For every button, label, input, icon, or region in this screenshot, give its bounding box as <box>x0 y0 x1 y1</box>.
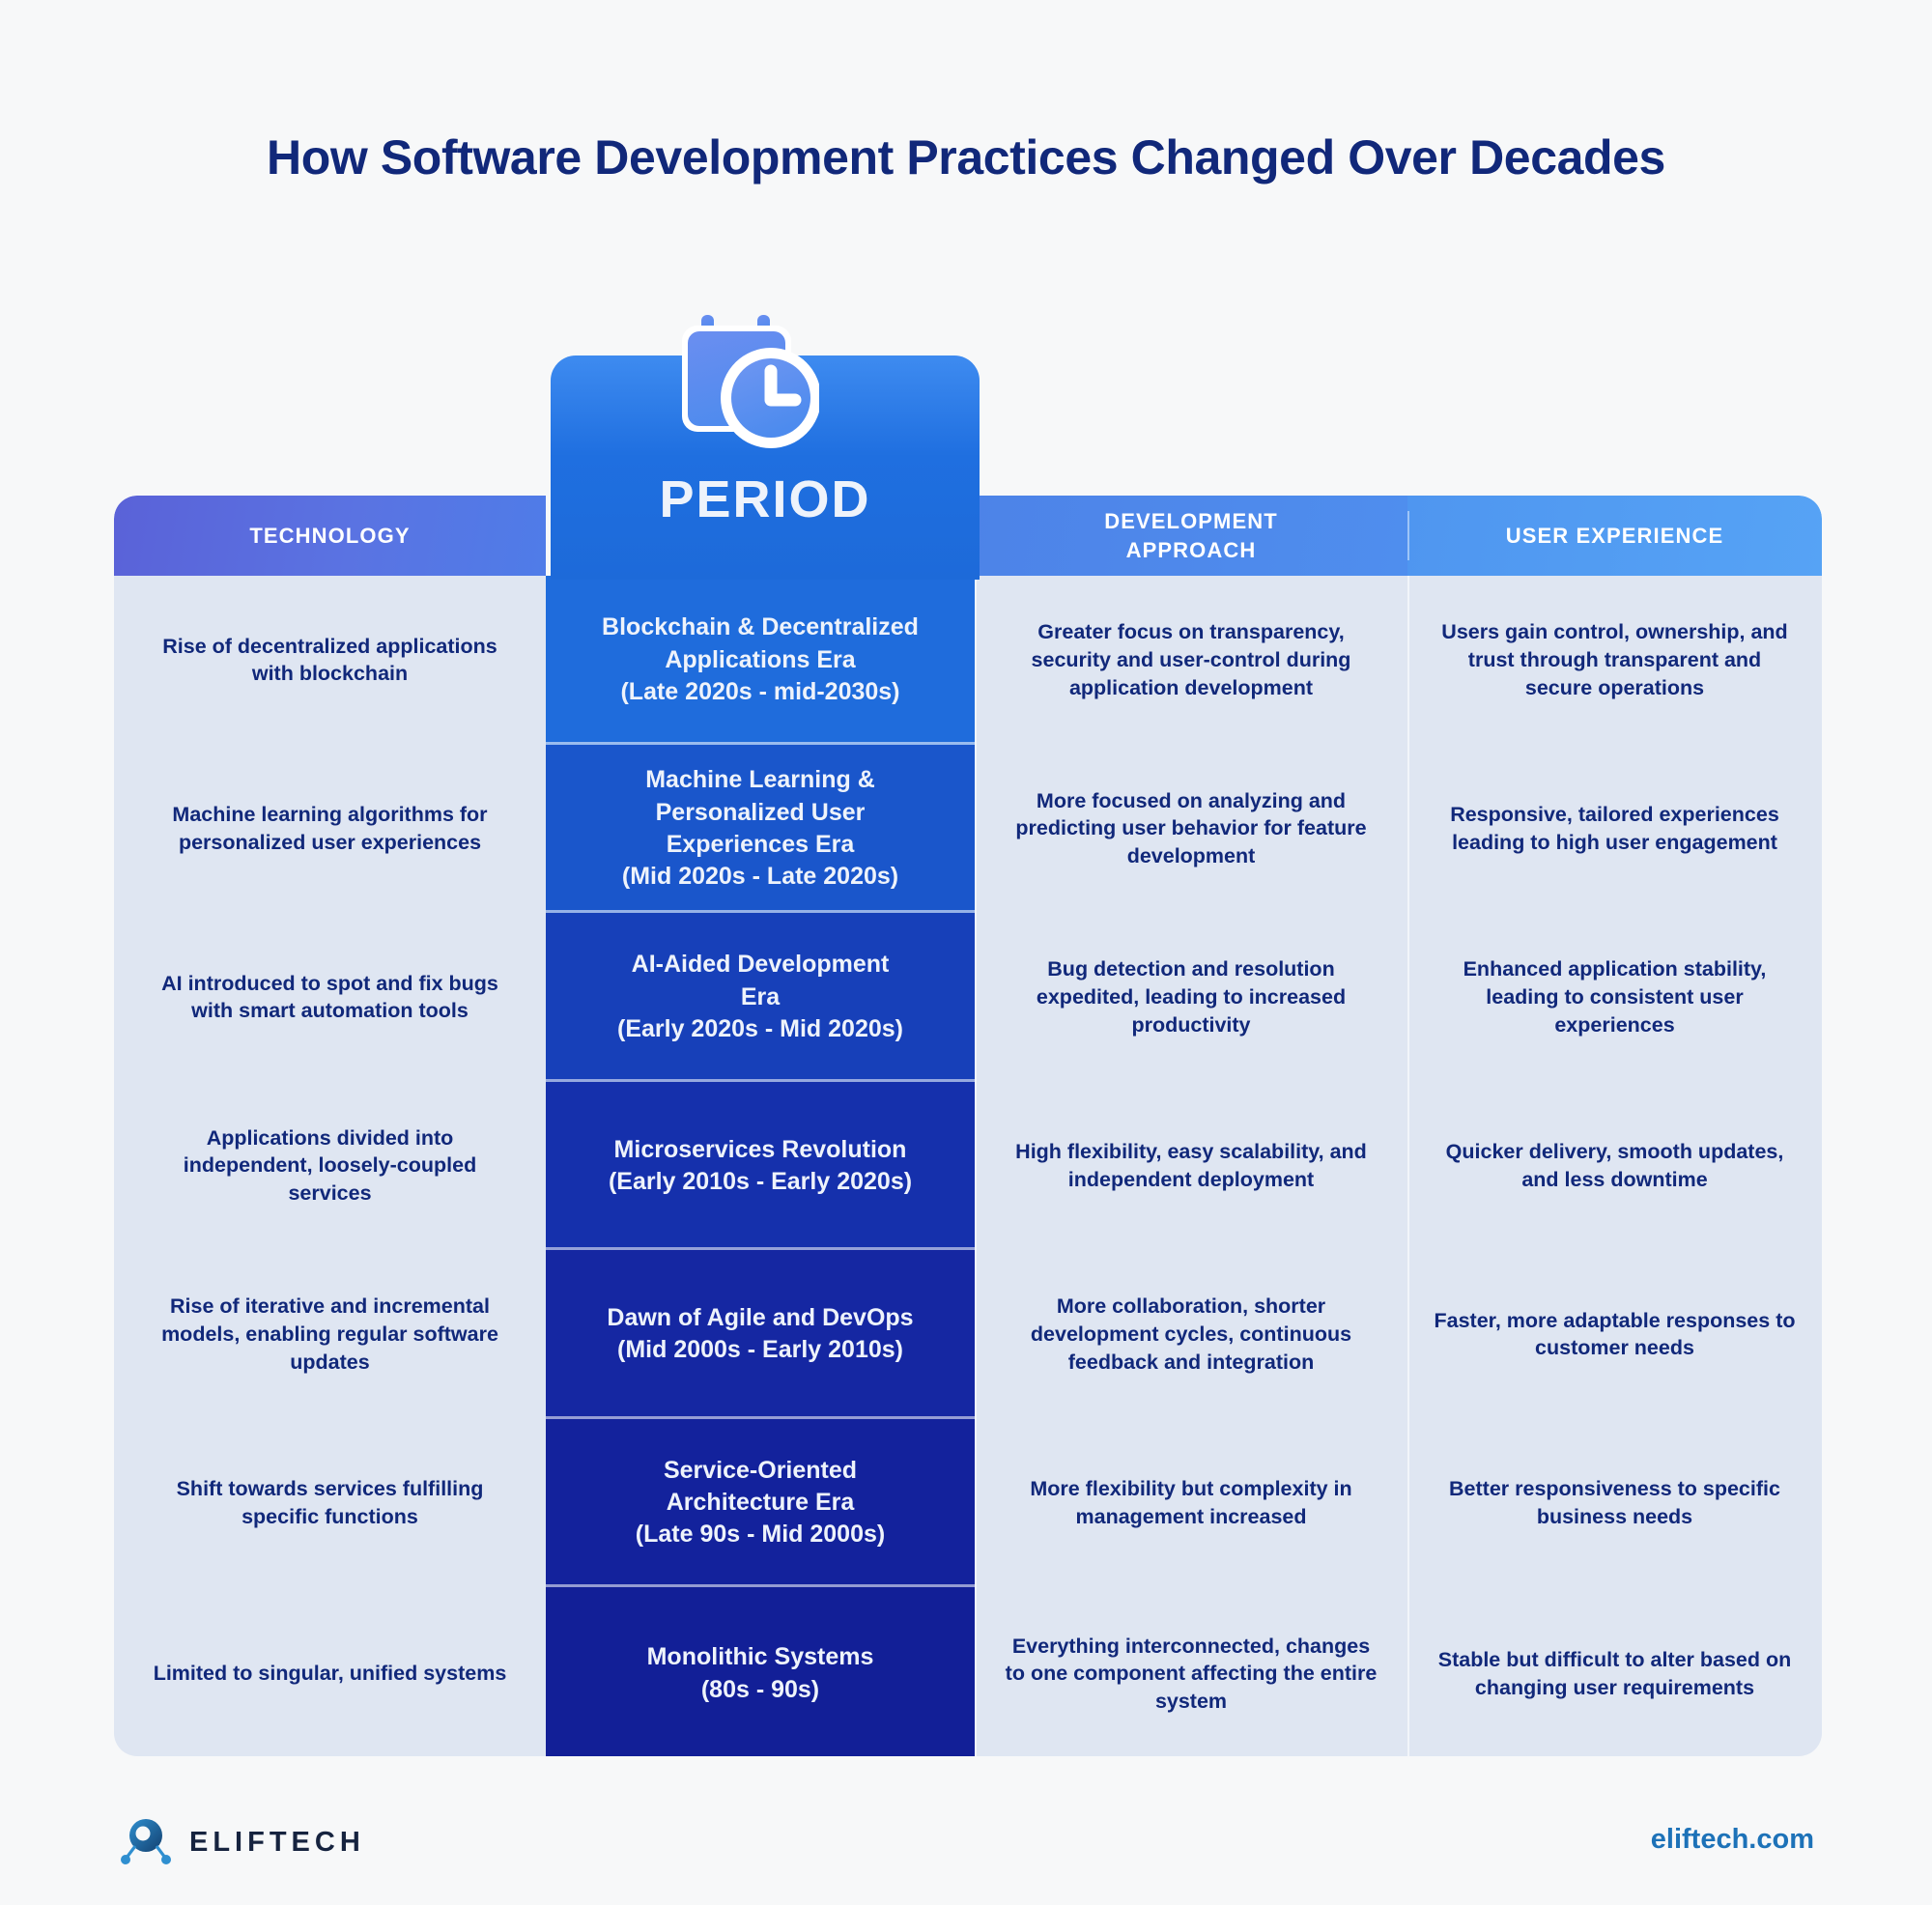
period-card-label: PERIOD <box>659 470 871 528</box>
cell-user-experience: Quicker delivery, smooth updates, and le… <box>1407 1081 1822 1250</box>
cell-period: Microservices Revolution (Early 2010s - … <box>546 1081 975 1250</box>
period-name-line2: Architecture Era <box>666 1489 855 1517</box>
cell-period: AI-Aided Development Era (Early 2020s - … <box>546 913 975 1082</box>
period-range: (Late 2020s - mid-2030s) <box>620 677 900 705</box>
period-name-line3: Experiences Era <box>666 830 855 858</box>
period-spotlight-card: PERIOD <box>551 315 980 580</box>
period-range: (Mid 2000s - Early 2010s) <box>617 1336 903 1364</box>
cell-development-approach: High flexibility, easy scalability, and … <box>975 1081 1407 1250</box>
cell-technology: Shift towards services fulfilling specif… <box>114 1418 546 1587</box>
cell-development-approach: More focused on analyzing and predicting… <box>975 744 1407 913</box>
period-name-line2: Era <box>740 982 781 1010</box>
cell-user-experience: Better responsiveness to specific busine… <box>1407 1418 1822 1587</box>
table-row: Shift towards services fulfilling specif… <box>114 1418 1822 1587</box>
period-name-line2: Personalized User <box>655 798 866 826</box>
comparison-table: TECHNOLOGY DEVELOPMENT APPROACH USER EXP… <box>114 496 1822 1756</box>
table-row: Machine learning algorithms for personal… <box>114 744 1822 913</box>
column-header-development-approach-line2: APPROACH <box>1125 537 1257 562</box>
cell-technology: Rise of iterative and incremental models… <box>114 1250 546 1419</box>
cell-user-experience: Stable but difficult to alter based on c… <box>1407 1587 1822 1756</box>
column-header-development-approach: DEVELOPMENT APPROACH <box>975 496 1407 576</box>
cell-user-experience: Responsive, tailored experiences leading… <box>1407 744 1822 913</box>
cell-technology: Applications divided into independent, l… <box>114 1081 546 1250</box>
cell-technology: Machine learning algorithms for personal… <box>114 744 546 913</box>
cell-development-approach: More collaboration, shorter development … <box>975 1250 1407 1419</box>
column-header-user-experience: USER EXPERIENCE <box>1407 496 1822 576</box>
period-name-line1: Monolithic Systems <box>646 1643 874 1671</box>
infographic-page: How Software Development Practices Chang… <box>0 0 1932 1905</box>
period-name-line1: Microservices Revolution <box>613 1135 907 1163</box>
period-range: (Early 2020s - Mid 2020s) <box>617 1014 903 1042</box>
cell-technology: Rise of decentralized applications with … <box>114 576 546 745</box>
period-range: (Early 2010s - Early 2020s) <box>608 1167 913 1195</box>
cell-development-approach: Greater focus on transparency, security … <box>975 576 1407 745</box>
cell-development-approach: Bug detection and resolution expedited, … <box>975 913 1407 1082</box>
cell-period: Blockchain & Decentralized Applications … <box>546 576 975 745</box>
period-name-line1: Service-Oriented <box>663 1456 858 1484</box>
period-name-line1: AI-Aided Development <box>631 951 890 979</box>
period-range: (80s - 90s) <box>700 1675 820 1703</box>
cell-period: Machine Learning & Personalized User Exp… <box>546 744 975 913</box>
column-header-technology: TECHNOLOGY <box>114 496 546 576</box>
table-row: Rise of iterative and incremental models… <box>114 1250 1822 1419</box>
table-row: AI introduced to spot and fix bugs with … <box>114 913 1822 1082</box>
cell-user-experience: Users gain control, ownership, and trust… <box>1407 576 1822 745</box>
period-name-line1: Dawn of Agile and DevOps <box>607 1304 914 1331</box>
column-header-development-approach-line1: DEVELOPMENT <box>1104 509 1278 534</box>
brand-name: ELIFTECH <box>189 1826 365 1858</box>
footer-website-link[interactable]: eliftech.com <box>1651 1824 1814 1856</box>
calendar-clock-icon <box>665 309 821 454</box>
table-row: Limited to singular, unified systems Mon… <box>114 1587 1822 1756</box>
cell-period: Monolithic Systems (80s - 90s) <box>546 1587 975 1756</box>
period-name-line2: Applications Era <box>665 645 856 673</box>
period-range: (Mid 2020s - Late 2020s) <box>621 863 899 890</box>
cell-development-approach: Everything interconnected, changes to on… <box>975 1587 1407 1756</box>
footer-brand[interactable]: ELIFTECH <box>118 1814 365 1870</box>
cell-period: Service-Oriented Architecture Era (Late … <box>546 1418 975 1587</box>
period-name-line1: Blockchain & Decentralized <box>602 613 919 641</box>
cell-user-experience: Enhanced application stability, leading … <box>1407 913 1822 1082</box>
cell-period: Dawn of Agile and DevOps (Mid 2000s - Ea… <box>546 1250 975 1419</box>
page-title: How Software Development Practices Chang… <box>267 130 1665 185</box>
table-row: Applications divided into independent, l… <box>114 1081 1822 1250</box>
period-name-line1: Machine Learning & <box>645 766 875 794</box>
cell-technology: AI introduced to spot and fix bugs with … <box>114 913 546 1082</box>
cell-technology: Limited to singular, unified systems <box>114 1587 546 1756</box>
period-range: (Late 90s - Mid 2000s) <box>635 1521 886 1549</box>
cell-development-approach: More flexibility but complexity in manag… <box>975 1418 1407 1587</box>
table-row: Rise of decentralized applications with … <box>114 576 1822 745</box>
cell-user-experience: Faster, more adaptable responses to cust… <box>1407 1250 1822 1419</box>
eliftech-node-logo-icon <box>118 1814 174 1870</box>
